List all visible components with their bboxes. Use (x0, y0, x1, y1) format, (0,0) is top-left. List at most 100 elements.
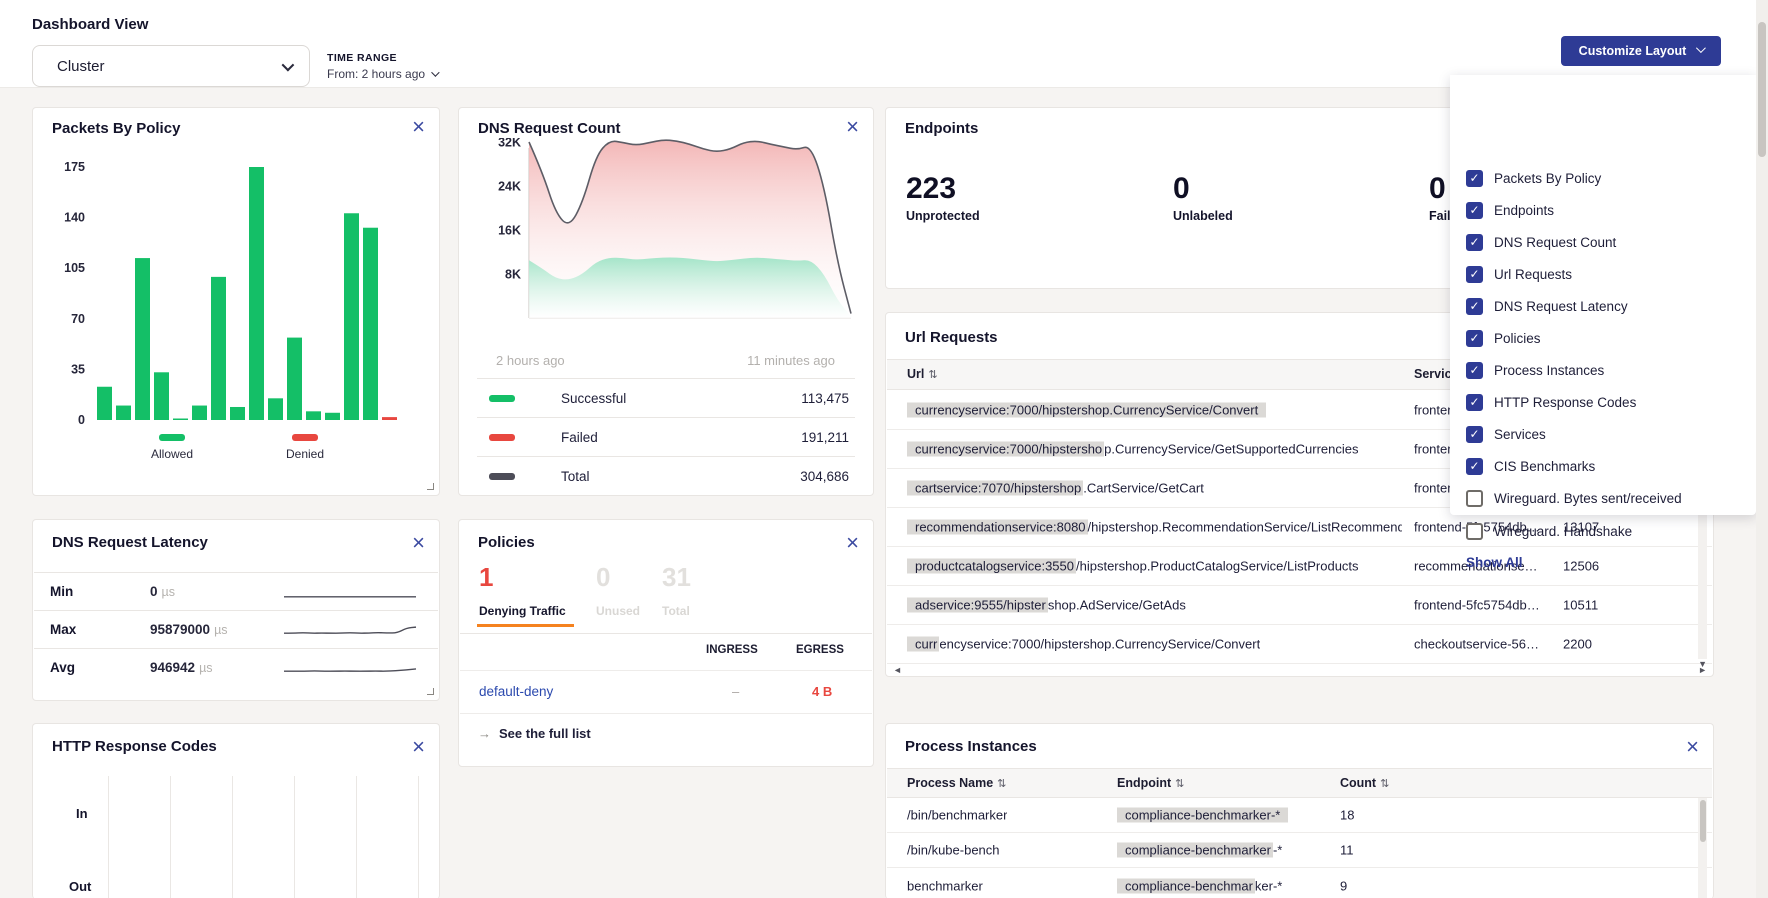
menu-item-wireguard-bytes[interactable]: ✓Wireguard. Bytes sent/received (1466, 487, 1682, 509)
scroll-right-arrow[interactable]: ► (1698, 665, 1707, 675)
chevron-down-icon (1696, 43, 1706, 53)
sort-icon: ⇅ (997, 778, 1006, 790)
table-row[interactable]: /bin/kube-bench compliance-benchmarker-*… (887, 833, 1712, 868)
policy-link[interactable]: default-deny (479, 684, 553, 699)
view-selector-dropdown[interactable]: Cluster (32, 45, 310, 87)
panel-dns-request-count: DNS Request Count × 8K16K24K32K 2 hours … (458, 107, 874, 496)
scroll-left-arrow[interactable]: ◄ (893, 665, 902, 675)
svg-text:140: 140 (64, 211, 85, 225)
close-icon[interactable]: × (412, 736, 425, 758)
checkbox-checked-icon[interactable]: ✓ (1466, 394, 1483, 411)
legend-label: Failed (561, 430, 598, 445)
tab-unused[interactable]: 0 Unused (596, 564, 640, 618)
column-header-endpoint[interactable]: Endpoint⇅ (1117, 776, 1184, 790)
table-row[interactable]: currencyservice:7000/hipstershop.Currenc… (887, 625, 1712, 664)
divider (460, 633, 872, 634)
sort-icon: ⇅ (928, 369, 937, 381)
page-scrollbar[interactable] (1756, 0, 1768, 898)
stat-unprotected: 223 Unprotected (906, 174, 980, 223)
x-axis-left-label: 2 hours ago (496, 353, 565, 368)
view-selector-value: Cluster (57, 58, 282, 75)
resize-handle[interactable] (427, 688, 434, 695)
checkbox-unchecked-icon[interactable]: ✓ (1466, 490, 1483, 507)
row-label-in: In (76, 806, 88, 821)
close-icon[interactable]: × (846, 532, 859, 554)
menu-item-cis-benchmarks[interactable]: ✓CIS Benchmarks (1466, 455, 1595, 477)
checkbox-checked-icon[interactable]: ✓ (1466, 426, 1483, 443)
menu-item-wireguard-handshake[interactable]: ✓Wireguard. Handshake (1466, 520, 1632, 542)
customize-layout-label: Customize Layout (1579, 44, 1687, 58)
table-row[interactable]: adservice:9555/hipstershop.AdService/Get… (887, 586, 1712, 625)
http-chart-grid (108, 776, 442, 898)
menu-item-process-instances[interactable]: ✓Process Instances (1466, 359, 1604, 381)
menu-item-packets-by-policy[interactable]: ✓Packets By Policy (1466, 167, 1601, 189)
menu-item-http-response-codes[interactable]: ✓HTTP Response Codes (1466, 391, 1636, 413)
checkbox-checked-icon[interactable]: ✓ (1466, 202, 1483, 219)
legend-label: Total (561, 469, 590, 484)
checkbox-checked-icon[interactable]: ✓ (1466, 330, 1483, 347)
close-icon[interactable]: × (1686, 736, 1699, 758)
show-all-link[interactable]: Show All (1466, 555, 1523, 570)
resize-handle[interactable] (427, 483, 434, 490)
checkbox-checked-icon[interactable]: ✓ (1466, 170, 1483, 187)
table-vertical-scrollbar[interactable] (1698, 798, 1707, 898)
column-header-url[interactable]: Url⇅ (907, 367, 938, 381)
checkbox-checked-icon[interactable]: ✓ (1466, 266, 1483, 283)
customize-layout-menu: ✓Packets By Policy ✓Endpoints ✓DNS Reque… (1450, 75, 1756, 515)
scrollbar-thumb[interactable] (1758, 22, 1766, 157)
svg-text:105: 105 (64, 261, 85, 275)
panel-title: HTTP Response Codes (52, 738, 217, 755)
sort-icon: ⇅ (1380, 778, 1389, 790)
checkbox-checked-icon[interactable]: ✓ (1466, 234, 1483, 251)
panel-packets-by-policy: Packets By Policy × 03570105140175Allowe… (32, 107, 440, 496)
svg-text:Allowed: Allowed (151, 447, 193, 461)
packets-by-policy-chart: 03570105140175AllowedDenied (35, 140, 439, 492)
legend-row-failed: Failed 191,211 (477, 417, 855, 456)
table-row[interactable]: /bin/benchmarker compliance-benchmarker-… (887, 798, 1712, 833)
panel-title: DNS Request Count (478, 120, 621, 137)
close-icon[interactable]: × (412, 116, 425, 138)
menu-item-policies[interactable]: ✓Policies (1466, 327, 1541, 349)
checkbox-unchecked-icon[interactable]: ✓ (1466, 523, 1483, 540)
checkbox-checked-icon[interactable]: ✓ (1466, 298, 1483, 315)
time-range-from: From: 2 hours ago (327, 67, 425, 81)
legend-label: Successful (561, 391, 626, 406)
latency-row-min: Min 0 µs (34, 572, 438, 610)
checkbox-checked-icon[interactable]: ✓ (1466, 362, 1483, 379)
customize-layout-button[interactable]: Customize Layout (1561, 36, 1721, 66)
column-header-egress: EGRESS (796, 644, 844, 656)
column-header-process-name[interactable]: Process Name⇅ (907, 776, 1006, 790)
column-header-count[interactable]: Count⇅ (1340, 776, 1389, 790)
stat-label: Unprotected (906, 209, 980, 223)
ingress-value: – (732, 684, 739, 699)
table-row[interactable]: productcatalogservice:3550/hipstershop.P… (887, 547, 1712, 586)
avg-sparkline (280, 656, 420, 680)
close-icon[interactable]: × (412, 532, 425, 554)
panel-title: DNS Request Latency (52, 534, 208, 551)
max-sparkline (280, 618, 420, 642)
close-icon[interactable]: × (846, 116, 859, 138)
time-range-value[interactable]: From: 2 hours ago (327, 67, 437, 81)
table-row[interactable]: benchmarker compliance-benchmarker-* 9 (887, 868, 1712, 898)
menu-item-endpoints[interactable]: ✓Endpoints (1466, 199, 1554, 221)
table-header: Process Name⇅ Endpoint⇅ Count⇅ (887, 768, 1712, 798)
min-sparkline (280, 580, 420, 604)
dns-request-count-chart: 8K16K24K32K (459, 138, 875, 350)
svg-text:8K: 8K (505, 268, 521, 282)
legend-value: 304,686 (800, 469, 849, 484)
tab-denying-traffic[interactable]: 1 Denying Traffic (479, 564, 566, 618)
menu-item-url-requests[interactable]: ✓Url Requests (1466, 263, 1572, 285)
svg-text:24K: 24K (498, 180, 521, 194)
policy-row: default-deny – 4 B (460, 670, 872, 714)
panel-title: Endpoints (905, 120, 978, 137)
menu-item-dns-request-latency[interactable]: ✓DNS Request Latency (1466, 295, 1628, 317)
see-full-list-link[interactable]: →See the full list (478, 726, 591, 741)
stat-value: 0 (1173, 174, 1233, 204)
svg-text:Denied: Denied (286, 447, 324, 461)
tab-total[interactable]: 31 Total (662, 564, 691, 618)
menu-item-services[interactable]: ✓Services (1466, 423, 1546, 445)
menu-item-dns-request-count[interactable]: ✓DNS Request Count (1466, 231, 1616, 253)
x-axis-right-label: 11 minutes ago (747, 353, 835, 368)
checkbox-checked-icon[interactable]: ✓ (1466, 458, 1483, 475)
active-tab-underline (477, 624, 574, 627)
